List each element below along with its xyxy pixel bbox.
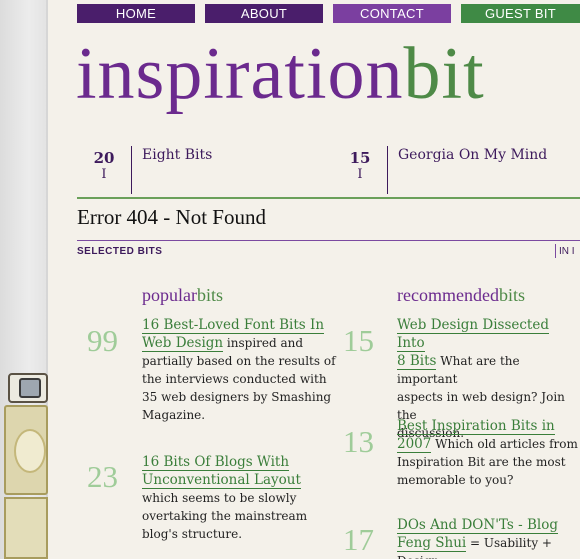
article-desc: which seems to be slowly bbox=[142, 491, 297, 505]
comment-count: 23 bbox=[87, 459, 118, 494]
stamp-cube-icon bbox=[8, 373, 48, 403]
in-tab-label[interactable]: IN I bbox=[559, 246, 575, 257]
nav-home-button[interactable]: HOME bbox=[77, 4, 195, 23]
comment-count: 99 bbox=[87, 323, 118, 358]
nav-guest-bit-button[interactable]: GUEST BIT bbox=[461, 4, 580, 23]
site-logo[interactable]: inspirationbit bbox=[76, 26, 485, 122]
tab-divider bbox=[555, 244, 556, 258]
selected-bits-label: SELECTED BITS bbox=[77, 246, 163, 257]
popular-bits-heading: popularbits bbox=[142, 285, 223, 306]
article-link[interactable]: Web Design Dissected Into bbox=[397, 317, 549, 352]
heading-part: popular bbox=[142, 285, 197, 305]
recommended-bits-heading: recommendedbits bbox=[397, 285, 525, 306]
list-item: 16 Bits Of Blogs With Unconventional Lay… bbox=[142, 453, 342, 543]
list-item: DOs And DON'Ts - Blog Feng Shui = Usabil… bbox=[397, 516, 580, 559]
latest-bit-link[interactable]: Eight Bits bbox=[142, 147, 212, 163]
article-desc: blog's structure. bbox=[142, 527, 243, 541]
article-link[interactable]: Feng Shui bbox=[397, 535, 467, 552]
article-link[interactable]: 16 Bits Of Blogs With bbox=[142, 454, 290, 471]
stamp-medallion bbox=[14, 429, 46, 473]
article-desc: memorable to you? bbox=[397, 473, 514, 487]
article-desc: Which old articles from bbox=[431, 437, 578, 451]
article-desc: inspired and bbox=[223, 336, 304, 350]
stamp-base-decoration bbox=[4, 497, 48, 559]
article-desc: 35 web designers by Smashing bbox=[142, 390, 332, 404]
logo-part-inspiration: inspiration bbox=[76, 33, 404, 115]
article-link[interactable]: 16 Best-Loved Font Bits In bbox=[142, 317, 325, 334]
stamp-body-decoration bbox=[4, 405, 48, 495]
section-divider bbox=[77, 197, 580, 199]
list-item: Best Inspiration Bits in 2007 Which old … bbox=[397, 417, 580, 489]
logo-part-bit: bit bbox=[403, 33, 485, 115]
article-link[interactable]: 8 Bits bbox=[397, 353, 437, 370]
article-desc: the interviews conducted with bbox=[142, 372, 327, 386]
section-divider bbox=[77, 240, 580, 241]
latest-divider bbox=[387, 146, 388, 194]
article-link[interactable]: Best Inspiration Bits in bbox=[397, 418, 555, 435]
article-desc: overtaking the mainstream bbox=[142, 509, 308, 523]
page-title: Error 404 - Not Found bbox=[77, 205, 266, 229]
latest-bit-month-mark: I bbox=[357, 167, 363, 182]
nav-about-button[interactable]: ABOUT bbox=[205, 4, 323, 23]
article-link[interactable]: Web Design bbox=[142, 335, 224, 352]
latest-bit-day: 20 bbox=[93, 149, 115, 167]
comment-count: 15 bbox=[343, 323, 374, 358]
latest-bit-day: 15 bbox=[349, 149, 371, 167]
list-item: 16 Best-Loved Font Bits In Web Design in… bbox=[142, 316, 337, 424]
latest-bit-link[interactable]: Georgia On My Mind bbox=[398, 147, 547, 163]
heading-part: recommended bbox=[397, 285, 499, 305]
latest-bit-month-mark: I bbox=[101, 167, 107, 182]
comment-count: 13 bbox=[343, 424, 374, 459]
article-link[interactable]: 2007 bbox=[397, 436, 432, 453]
comment-count: 17 bbox=[343, 522, 374, 557]
nav-contact-button[interactable]: CONTACT bbox=[333, 4, 451, 23]
latest-divider bbox=[131, 146, 132, 194]
stamp-glyph-icon bbox=[19, 378, 41, 398]
article-desc: partially based on the results of bbox=[142, 354, 336, 368]
article-link[interactable]: Unconventional Layout bbox=[142, 472, 301, 489]
article-link[interactable]: DOs And DON'Ts - Blog bbox=[397, 517, 559, 534]
article-desc: Inspiration Bit are the most bbox=[397, 455, 566, 469]
heading-part: bits bbox=[498, 285, 525, 305]
article-desc: Magazine. bbox=[142, 408, 206, 422]
heading-part: bits bbox=[196, 285, 223, 305]
